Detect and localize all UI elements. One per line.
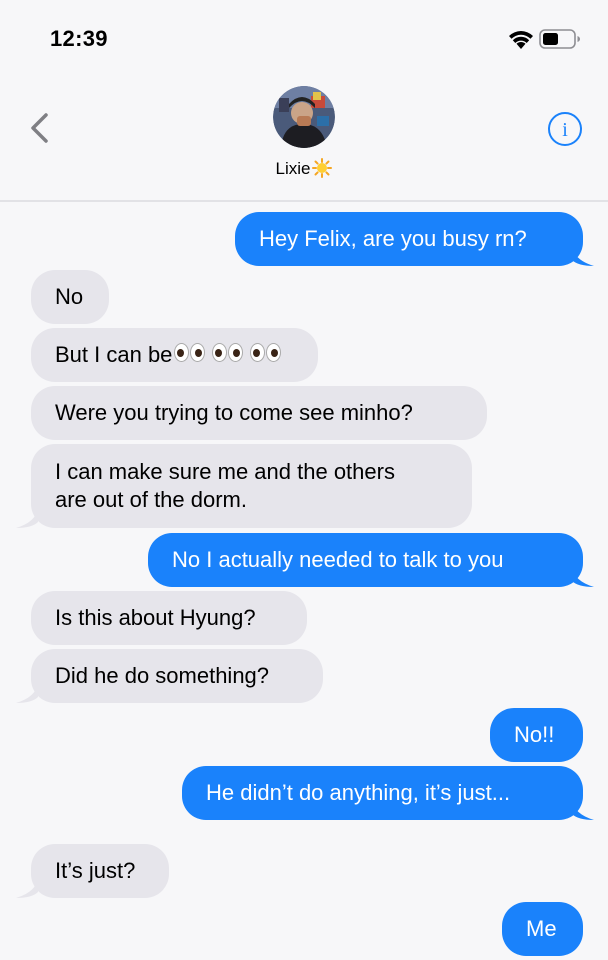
message-text: Hey Felix, are you busy rn? — [259, 226, 527, 251]
eyes-emoji — [174, 343, 288, 362]
bubble-tail — [16, 508, 38, 528]
info-icon[interactable]: i — [547, 111, 583, 147]
battery-icon — [539, 29, 580, 49]
status-bar: 12:39 — [0, 0, 608, 78]
bubble-tail — [16, 878, 38, 898]
message-outgoing[interactable]: Me — [502, 902, 583, 956]
message-text: But I can be — [55, 342, 173, 367]
bubble-tail — [572, 246, 594, 266]
message-incoming[interactable]: Is this about Hyung? — [31, 591, 307, 645]
svg-text:i: i — [562, 119, 568, 141]
message-text: Did he do something? — [55, 663, 270, 688]
message-text-line: are out of the dorm. — [55, 487, 247, 512]
message-outgoing[interactable]: He didn’t do anything, it’s just... — [182, 766, 583, 820]
back-chevron-icon[interactable] — [26, 108, 56, 148]
message-text: He didn’t do anything, it’s just... — [206, 780, 511, 805]
bubble-tail — [16, 683, 38, 703]
conversation-header: Lixie i — [0, 78, 608, 202]
bubble-tail — [572, 800, 594, 820]
message-incoming[interactable]: No — [31, 270, 109, 324]
status-time: 12:39 — [50, 26, 108, 51]
message-incoming[interactable]: It’s just? — [31, 844, 169, 898]
message-text: No I actually needed to talk to you — [172, 547, 504, 572]
message-text-line: I can make sure me and the others — [55, 459, 395, 484]
message-outgoing[interactable]: No!! — [490, 708, 583, 762]
message-incoming[interactable]: I can make sure me and the others are ou… — [31, 444, 472, 528]
message-outgoing[interactable]: No I actually needed to talk to you — [148, 533, 583, 587]
message-incoming[interactable]: Were you trying to come see minho? — [31, 386, 487, 440]
message-text: It’s just? — [55, 858, 136, 883]
message-text: Were you trying to come see minho? — [55, 400, 413, 425]
message-incoming[interactable]: But I can be — [31, 328, 318, 382]
bubble-tail — [572, 567, 594, 587]
message-outgoing[interactable]: Hey Felix, are you busy rn? — [235, 212, 583, 266]
message-text: Me — [526, 916, 557, 941]
wifi-icon — [509, 31, 533, 49]
message-text: No!! — [514, 722, 555, 747]
contact-name-text: Lixie — [275, 159, 311, 178]
message-text: Is this about Hyung? — [55, 605, 256, 630]
avatar[interactable] — [273, 86, 335, 148]
sun-emoji — [312, 158, 333, 178]
message-text: No — [55, 284, 84, 309]
contact-name[interactable]: Lixie — [0, 158, 608, 179]
message-incoming[interactable]: Did he do something? — [31, 649, 323, 703]
